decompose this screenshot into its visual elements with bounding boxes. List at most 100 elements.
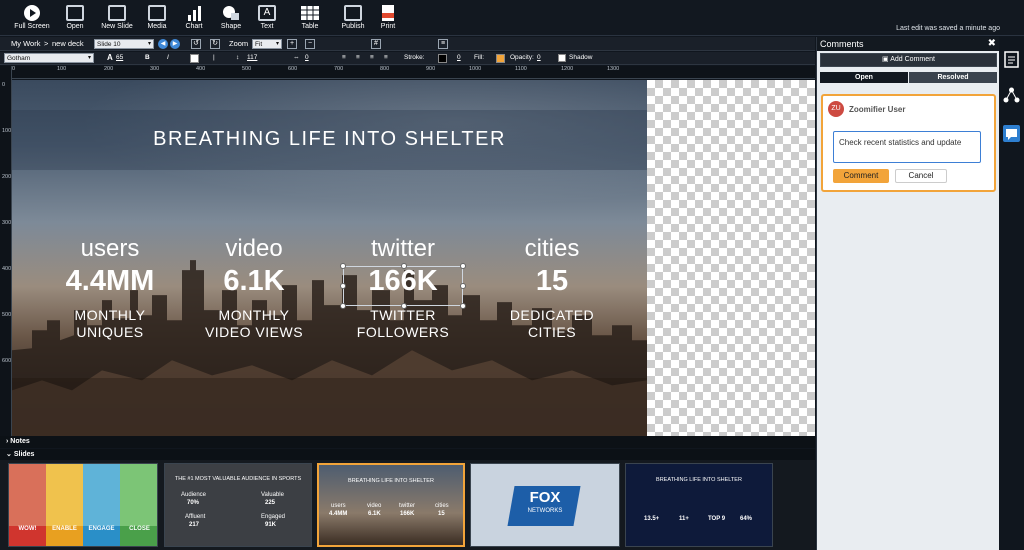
- full-screen-button[interactable]: Full Screen: [10, 3, 54, 33]
- stroke-value[interactable]: 0: [457, 54, 461, 61]
- thumb-label: ENGAGE: [83, 526, 120, 546]
- resize-handle[interactable]: [340, 283, 346, 289]
- stat-sub: TWITTER: [370, 307, 436, 323]
- avatar: ZU: [828, 101, 844, 117]
- stroke-color-swatch[interactable]: [438, 54, 447, 63]
- align-left-icon[interactable]: ≡: [342, 54, 346, 61]
- thumb-label: WOW!: [9, 526, 46, 546]
- thumb-cell: 217: [189, 522, 200, 528]
- play-icon: [24, 5, 40, 21]
- notes-toggle[interactable]: › Notes: [0, 436, 815, 448]
- slide-thumbnail-1[interactable]: WOW! ENABLE ENGAGE CLOSE: [8, 463, 158, 547]
- slides-toggle[interactable]: ⌄ Slides: [0, 449, 815, 460]
- comments-header: Comments ✖: [817, 37, 999, 51]
- fill-color-swatch[interactable]: [496, 54, 505, 63]
- slide-thumbnail-4[interactable]: FOX NETWORKS: [470, 463, 620, 547]
- undo-icon[interactable]: ↺: [191, 39, 201, 49]
- resize-handle[interactable]: [340, 303, 346, 309]
- selection-box[interactable]: [340, 263, 466, 309]
- slide-thumbnail-3[interactable]: BREATHING LIFE INTO SHELTER users 4.4MM …: [317, 463, 465, 547]
- ruler-tick: 300: [2, 220, 12, 226]
- comments-icon[interactable]: [1003, 125, 1020, 142]
- add-comment-button[interactable]: ▣ Add Comment: [820, 53, 997, 67]
- italic-button[interactable]: I: [167, 54, 169, 61]
- slide-thumbnail-2[interactable]: THE #1 MOST VALUABLE AUDIENCE IN SPORTS …: [164, 463, 312, 547]
- text-case-icon[interactable]: |: [213, 54, 215, 61]
- prev-slide-icon[interactable]: ◀: [158, 39, 168, 49]
- fox-logo-subtext: NETWORKS: [527, 508, 563, 514]
- resize-handle[interactable]: [460, 303, 466, 309]
- notes-toggle-icon[interactable]: ≡: [438, 39, 448, 49]
- breadcrumb-separator: >: [44, 39, 49, 48]
- slide-select[interactable]: Slide 10: [94, 39, 154, 49]
- open-button[interactable]: Open: [53, 3, 97, 33]
- ruler-tick: 800: [380, 66, 390, 72]
- resize-handle[interactable]: [340, 263, 346, 269]
- ruler-tick: 1200: [561, 66, 574, 72]
- align-justify-icon[interactable]: ≡: [384, 54, 388, 61]
- ruler-tick: 100: [57, 66, 67, 72]
- shadow-checkbox[interactable]: [558, 54, 566, 62]
- text-button[interactable]: A Text: [245, 3, 289, 33]
- tab-open[interactable]: Open: [820, 72, 908, 83]
- thumb-cell: 225: [265, 500, 276, 506]
- ruler-tick: 0: [2, 82, 6, 88]
- ruler-tick: 600: [2, 358, 12, 364]
- close-icon[interactable]: ✖: [988, 37, 996, 51]
- ruler-tick: 500: [242, 66, 252, 72]
- thumb-title: BREATHING LIFE INTO SHELTER: [348, 478, 434, 484]
- stat-video[interactable]: video 6.1K MONTHLY VIDEO VIEWS: [189, 235, 319, 341]
- stat-cities[interactable]: cities 15 DEDICATED CITIES: [487, 235, 617, 341]
- new-slide-icon: [108, 5, 126, 21]
- zoom-in-icon[interactable]: +: [287, 39, 297, 49]
- redo-icon[interactable]: ↻: [210, 39, 220, 49]
- text-color-swatch[interactable]: [190, 54, 199, 63]
- tab-resolved[interactable]: Resolved: [909, 72, 997, 83]
- slide-thumbnail-5[interactable]: BREATHING LIFE INTO SHELTER 13.5+ 11+ TO…: [625, 463, 773, 547]
- bar-chart-icon: [185, 5, 203, 21]
- toolbar-label: Publish: [341, 23, 365, 30]
- grid-icon[interactable]: #: [371, 39, 381, 49]
- share-network-icon[interactable]: [1003, 87, 1020, 104]
- document-icon[interactable]: [1003, 51, 1020, 68]
- stat-sub: VIDEO VIEWS: [204, 324, 304, 340]
- new-slide-button[interactable]: New Slide: [95, 3, 139, 33]
- line-height-value[interactable]: 117: [247, 54, 257, 61]
- comment-submit-button[interactable]: Comment: [833, 169, 889, 183]
- print-button[interactable]: Print: [366, 3, 410, 33]
- stat-users[interactable]: users 4.4MM MONTHLY UNIQUES: [45, 235, 175, 341]
- comment-icon: ▣: [882, 56, 889, 63]
- opacity-value[interactable]: 0: [537, 54, 541, 61]
- slide-canvas[interactable]: BREATHING LIFE INTO SHELTER users 4.4MM …: [12, 80, 647, 436]
- comment-cancel-button[interactable]: Cancel: [895, 169, 947, 183]
- pdf-icon: [379, 5, 397, 21]
- bold-button[interactable]: B: [145, 54, 150, 61]
- ruler-tick: 900: [426, 66, 436, 72]
- thumb-cell: TOP 9: [708, 516, 726, 522]
- thumb-label: CLOSE: [120, 526, 157, 546]
- breadcrumb-root[interactable]: My Work: [11, 39, 40, 48]
- stat-label: users: [80, 235, 140, 262]
- resize-handle[interactable]: [401, 263, 407, 269]
- comment-input[interactable]: Check recent statistics and update: [833, 131, 981, 163]
- table-button[interactable]: Table: [288, 3, 332, 33]
- stat-sub: CITIES: [527, 324, 577, 340]
- thumb-cell: 166K: [400, 511, 415, 517]
- breadcrumb-deck[interactable]: new deck: [52, 39, 84, 48]
- align-right-icon[interactable]: ≡: [370, 54, 374, 61]
- ruler-tick: 1100: [515, 66, 527, 72]
- right-rail: [999, 37, 1024, 550]
- next-slide-icon[interactable]: ▶: [170, 39, 180, 49]
- slide-title[interactable]: BREATHING LIFE INTO SHELTER: [12, 128, 647, 151]
- zoom-select[interactable]: Fit: [252, 39, 282, 49]
- zoom-out-icon[interactable]: −: [305, 39, 315, 49]
- font-size-value[interactable]: 65: [116, 54, 123, 61]
- font-select[interactable]: Gotham: [4, 53, 94, 63]
- align-center-icon[interactable]: ≡: [356, 54, 360, 61]
- resize-handle[interactable]: [460, 283, 466, 289]
- thumb-title: BREATHING LIFE INTO SHELTER: [656, 477, 742, 483]
- comments-panel: Comments ✖ ▣ Add Comment Open Resolved Z…: [816, 37, 999, 550]
- letter-spacing-value[interactable]: 0: [305, 54, 309, 61]
- resize-handle[interactable]: [460, 263, 466, 269]
- resize-handle[interactable]: [401, 303, 407, 309]
